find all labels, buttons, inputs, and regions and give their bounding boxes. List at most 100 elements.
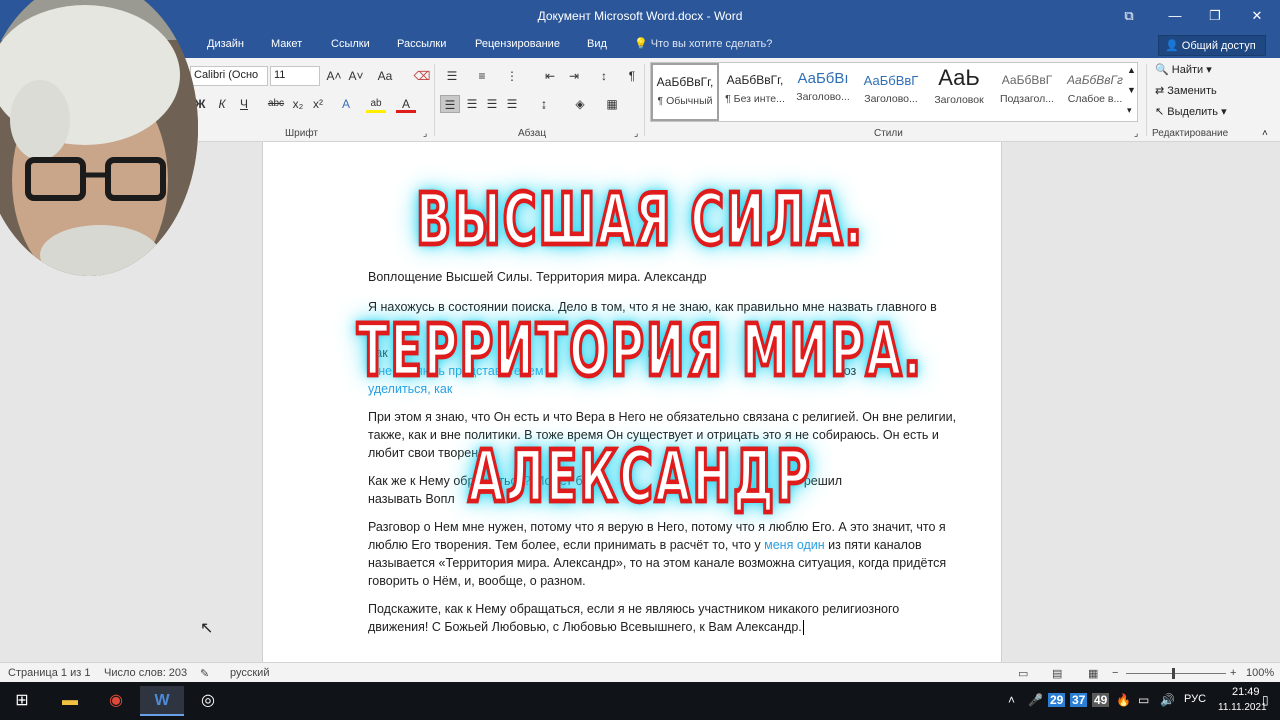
tell-me-search[interactable]: 💡 Что вы хотите сделать? (634, 37, 772, 50)
tray-badge[interactable]: 49 (1092, 693, 1110, 707)
underline-button[interactable]: Ч (234, 95, 254, 113)
style-heading-2[interactable]: АаБбВвГ Заголово... (857, 63, 925, 121)
tab-mailings[interactable]: Рассылки (397, 38, 446, 50)
tab-view[interactable]: Вид (587, 38, 607, 50)
increase-indent-icon[interactable]: ⇥ (564, 67, 584, 85)
show-marks-button[interactable]: ¶ (622, 67, 642, 85)
font-size-select[interactable]: 11 (270, 66, 320, 86)
doc-paragraph: Разговор о Нем мне нужен, потому что я в… (368, 518, 958, 590)
replace-button[interactable]: ⇄ Заменить (1155, 84, 1217, 97)
obs-icon[interactable]: ◎ (186, 686, 230, 716)
style-sample: АаБбВвГг, (656, 75, 714, 89)
language[interactable]: русский (230, 667, 269, 679)
chevron-up-icon[interactable]: ˄ (1008, 693, 1015, 707)
banner-line: АЛЕКСАНДР (467, 432, 812, 520)
shrink-font-button[interactable]: A˅ (346, 67, 366, 85)
replace-icon: ⇄ (1155, 85, 1165, 97)
subscript-button[interactable]: x₂ (288, 95, 308, 113)
collapse-ribbon-icon[interactable]: ˄ (1262, 128, 1268, 139)
print-layout-icon[interactable]: ▤ (1052, 667, 1062, 680)
style-name: Заголовок (934, 94, 984, 106)
highlight-button[interactable]: ab (366, 95, 386, 113)
input-language[interactable]: РУС (1184, 693, 1206, 705)
clock-date[interactable]: 11.11.2021 (1218, 702, 1267, 713)
taskbar: ⊞ ▬ ◉ W ◎ ˄ 🎤 29 37 49 🔥 ▭ 🔊 РУС 21:49 1… (0, 682, 1280, 720)
close-button[interactable]: ✕ (1234, 0, 1280, 32)
lightbulb-icon: 💡 (634, 38, 648, 50)
gallery-scroll-up-icon[interactable]: ▲ (1127, 65, 1136, 75)
proofing-icon[interactable]: ✎ (200, 667, 209, 680)
style-heading-1[interactable]: АаБбВı Заголово... (789, 63, 857, 121)
font-color-button[interactable]: A (396, 95, 416, 113)
word-count[interactable]: Число слов: 203 (104, 667, 187, 679)
tab-references[interactable]: Ссылки (331, 38, 370, 50)
zoom-out-icon[interactable]: − (1112, 667, 1118, 679)
tab-review[interactable]: Рецензирование (475, 38, 560, 50)
tray-badge[interactable]: 29 (1048, 693, 1066, 707)
dialog-launcher-icon[interactable]: ⌟ (634, 128, 638, 139)
style-sample: АаБбВı (797, 70, 849, 87)
style-sample: АаБбВвГг, (726, 73, 784, 87)
windows-start-icon[interactable]: ⊞ (0, 686, 44, 716)
dialog-launcher-icon[interactable]: ⌟ (423, 128, 427, 139)
change-case-button[interactable]: Aa (372, 67, 398, 85)
text-effects-button[interactable]: A (336, 95, 356, 113)
style-subtle-emphasis[interactable]: АаБбВвГг Слабое в... (1061, 63, 1129, 121)
bullets-icon[interactable]: ☰ (442, 67, 462, 85)
web-layout-icon[interactable]: ▦ (1088, 667, 1098, 680)
volume-icon[interactable]: 🔊 (1160, 693, 1175, 707)
decrease-indent-icon[interactable]: ⇤ (540, 67, 560, 85)
flame-icon[interactable]: 🔥 (1116, 693, 1131, 707)
network-icon[interactable]: ▭ (1138, 693, 1149, 707)
gallery-scroll-down-icon[interactable]: ▼ (1127, 85, 1136, 95)
file-explorer-icon[interactable]: ▬ (48, 686, 92, 716)
zoom-slider-thumb[interactable] (1172, 668, 1175, 679)
shading-icon[interactable]: ◈ (570, 95, 590, 113)
gallery-more-icon[interactable]: ▾ (1127, 105, 1132, 116)
font-group-label: Шрифт (285, 128, 318, 139)
chrome-icon[interactable]: ◉ (94, 686, 138, 716)
sort-icon[interactable]: ↕ (594, 67, 614, 85)
style-no-spacing[interactable]: АаБбВвГг, ¶ Без инте... (721, 63, 789, 121)
multilevel-list-icon[interactable]: ⋮ (502, 67, 522, 85)
maximize-button[interactable]: ❐ (1192, 0, 1238, 32)
italic-button[interactable]: К (212, 95, 232, 113)
align-center-icon[interactable]: ☰ (462, 95, 482, 113)
style-normal[interactable]: АаБбВвГг, ¶ Обычный (651, 63, 719, 121)
notifications-icon[interactable]: ▯ (1262, 693, 1269, 707)
doc-text: меня один (764, 538, 825, 552)
tray-badge[interactable]: 37 (1070, 693, 1088, 707)
tab-design[interactable]: Дизайн (207, 38, 244, 50)
numbering-icon[interactable]: ≡ (472, 67, 492, 85)
style-title[interactable]: АаЬ Заголовок (925, 63, 993, 121)
style-sample: АаБбВвГ (1001, 73, 1053, 87)
align-left-icon[interactable]: ☰ (440, 95, 460, 113)
justify-icon[interactable]: ☰ (502, 95, 522, 113)
clock-time[interactable]: 21:49 (1232, 686, 1260, 698)
style-name: Подзагол... (999, 93, 1055, 105)
style-sample: АаБбВвГг (1067, 73, 1123, 87)
word-taskbar-icon[interactable]: W (140, 686, 184, 716)
align-right-icon[interactable]: ☰ (482, 95, 502, 113)
ribbon-display-options-button[interactable]: ⧉ (1106, 0, 1152, 32)
dialog-launcher-icon[interactable]: ⌟ (1134, 128, 1138, 139)
strikethrough-button[interactable]: abc (264, 95, 288, 113)
font-name-select[interactable]: Calibri (Осно (190, 66, 268, 86)
zoom-slider[interactable] (1126, 673, 1226, 674)
select-button[interactable]: ↖ Выделить ▾ (1155, 105, 1227, 118)
microphone-icon[interactable]: 🎤 (1028, 693, 1043, 707)
grow-font-button[interactable]: A˄ (324, 67, 344, 85)
style-subtitle[interactable]: АаБбВвГ Подзагол... (993, 63, 1061, 121)
line-spacing-icon[interactable]: ↨ (534, 95, 554, 113)
share-button[interactable]: 👤 Общий доступ (1158, 35, 1266, 56)
borders-icon[interactable]: ▦ (602, 95, 622, 113)
tab-layout[interactable]: Макет (271, 38, 302, 50)
zoom-in-icon[interactable]: + (1230, 667, 1236, 679)
zoom-level[interactable]: 100% (1246, 667, 1274, 679)
find-button[interactable]: 🔍 Найти ▾ (1155, 63, 1212, 76)
page-count[interactable]: Страница 1 из 1 (8, 667, 90, 679)
superscript-button[interactable]: x² (308, 95, 328, 113)
cursor-icon: ↖ (1155, 106, 1165, 118)
read-mode-icon[interactable]: ▭ (1018, 667, 1028, 680)
clear-formatting-icon[interactable]: ⌫ (412, 67, 432, 85)
